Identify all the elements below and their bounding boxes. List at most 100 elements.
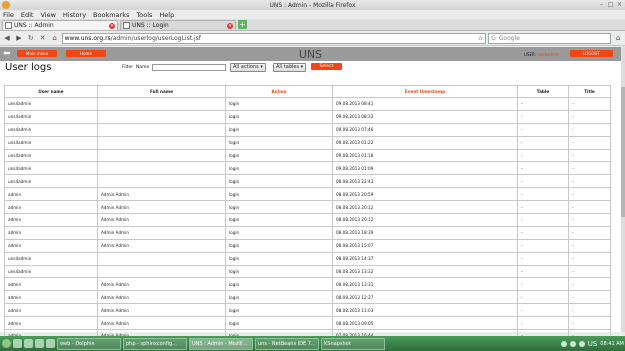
column-header[interactable]: Full name [97, 85, 226, 98]
table-cell-user: admin [4, 187, 98, 202]
desktop-icon[interactable] [13, 339, 22, 348]
tab-close-icon[interactable]: × [109, 22, 115, 29]
table-cell-ts: 08.08.2013 14:37 [332, 251, 518, 266]
table-row[interactable]: admin Admin Admin login 08.08.2013 20:59- - [4, 187, 611, 202]
column-header[interactable]: Action [225, 85, 333, 98]
table-cell-title: - [568, 225, 611, 240]
table-cell-title: - [568, 238, 611, 253]
notifications-icon[interactable] [578, 340, 585, 347]
task-netbeans[interactable]: uns - NetBeans IDE 7... [255, 337, 319, 350]
table-cell-title: - [568, 187, 611, 202]
table-row[interactable]: uns4admin login 09.08.2013 01:09- - [4, 161, 611, 176]
tab-uns-login[interactable]: UNS :: Login × [120, 20, 236, 30]
tab-uns-admin[interactable]: UNS :: Admin × [2, 20, 118, 30]
new-tab-icon[interactable]: + [238, 20, 247, 29]
browser-icon[interactable] [35, 339, 44, 348]
maximize-icon[interactable]: □ [607, 1, 614, 8]
column-header[interactable]: User name [4, 85, 98, 98]
table-cell-user: admin [4, 213, 98, 227]
table-cell-user: uns4admin [4, 174, 98, 189]
table-cell-ts: 09.08.2013 08:33 [332, 109, 518, 124]
table-cell-action: login [225, 303, 333, 318]
menu-history[interactable]: History [63, 11, 86, 19]
tab-label: UNS :: Admin [14, 22, 54, 29]
back-icon[interactable]: ◀ [2, 33, 12, 43]
search-placeholder: Google [498, 34, 520, 42]
task-dolphin[interactable]: web - Dolphin [57, 337, 121, 350]
table-cell-table: - [517, 161, 569, 176]
tab-close-icon[interactable]: × [227, 22, 233, 29]
table-row[interactable]: uns4admin login 08.08.2013 22:43- - [4, 174, 611, 189]
menu-view[interactable]: View [40, 11, 55, 19]
table-row[interactable]: uns4admin login 08.08.2013 13:32- - [4, 264, 611, 279]
table-row[interactable]: admin Admin Admin login 08.08.2013 13:31- - [4, 277, 611, 292]
table-cell-full: Admin Admin [97, 213, 226, 227]
table-cell-full [97, 97, 226, 111]
home-icon[interactable]: ⌂ [50, 33, 60, 43]
forward-icon[interactable]: ▶ [14, 33, 24, 43]
start-menu-icon[interactable] [2, 339, 11, 348]
table-row[interactable]: uns4admin login 08.08.2013 14:37- - [4, 251, 611, 266]
table-cell-action: login [225, 200, 333, 215]
table-row[interactable]: uns4admin login 09.08.2013 08:41- - [4, 97, 611, 111]
table-cell-action: login [225, 264, 333, 279]
logout-button[interactable]: LOGOUT [570, 50, 613, 57]
table-row[interactable]: uns4admin login 09.08.2013 01:22- - [4, 135, 611, 150]
table-cell-ts: 08.08.2013 11:03 [332, 303, 518, 318]
table-row[interactable]: admin Admin Admin login 08.08.2013 18:39- - [4, 225, 611, 240]
table-cell-ts: 08.08.2013 20:12 [332, 200, 518, 215]
table-cell-ts: 08.08.2013 12:27 [332, 290, 518, 305]
menu-help[interactable]: Help [159, 11, 174, 19]
bookmark-star-icon[interactable]: ☆ [478, 35, 483, 42]
name-label: Name [136, 65, 150, 70]
keyboard-layout[interactable]: US [588, 340, 598, 348]
table-row[interactable]: admin Admin Admin login 08.08.2013 11:03- - [4, 303, 611, 318]
table-cell-full [97, 161, 226, 176]
menu-edit[interactable]: Edit [21, 11, 34, 19]
table-row[interactable]: admin Admin Admin login 08.08.2013 20:12- - [4, 200, 611, 215]
table-row[interactable]: admin Admin Admin login 08.08.2013 09:05- - [4, 316, 611, 331]
volume-icon[interactable] [569, 340, 576, 347]
select-button[interactable]: Select [311, 63, 342, 70]
table-cell-title: - [568, 264, 611, 279]
home-page-icon[interactable]: ⌂ [613, 33, 623, 43]
menu-file[interactable]: File [3, 11, 14, 19]
network-icon[interactable] [560, 340, 567, 347]
table-row[interactable]: admin Admin Admin login 08.08.2013 12:27- - [4, 290, 611, 305]
table-row[interactable]: admin Admin Admin login 08.08.2013 15:07- - [4, 238, 611, 253]
column-header[interactable]: Title [568, 85, 611, 98]
search-engine-icon[interactable]: G [491, 35, 496, 42]
column-header[interactable]: Event timestamp [332, 85, 518, 98]
minimize-icon[interactable]: – [598, 1, 605, 8]
name-filter-input[interactable] [152, 64, 226, 71]
task-ksnapshot[interactable]: KSnapshot [321, 337, 385, 350]
close-icon[interactable]: × [616, 1, 623, 8]
table-cell-ts: 08.08.2013 09:05 [332, 316, 518, 331]
table-cell-action: login [225, 251, 333, 266]
navigation-bar: ◀ ▶ ↻ ✕ ⌂ www.uns.org.rs/admin/userlog/u… [0, 31, 625, 46]
menu-bookmarks[interactable]: Bookmarks [93, 11, 129, 19]
url-bar[interactable]: www.uns.org.rs/admin/userlog/userLogList… [61, 32, 487, 44]
menu-tools[interactable]: Tools [136, 11, 152, 19]
table-cell-ts: 08.08.2013 18:39 [332, 225, 518, 240]
scrollbar-thumb[interactable] [621, 87, 625, 217]
tables-select[interactable]: All tables ▾ [273, 63, 307, 72]
table-cell-user: admin [4, 316, 98, 331]
table-row[interactable]: uns4admin login 09.08.2013 07:46- - [4, 122, 611, 137]
stop-icon[interactable]: ✕ [38, 33, 48, 43]
actions-select[interactable]: All actions ▾ [230, 63, 266, 72]
search-input[interactable]: G Google [488, 32, 612, 44]
table-row[interactable]: uns4admin login 09.08.2013 08:33- - [4, 109, 611, 124]
reload-icon[interactable]: ↻ [26, 33, 36, 43]
task-firefox[interactable]: UNS : Admin - Mozill... [189, 337, 253, 350]
table-row[interactable]: admin Admin Admin login 08.08.2013 20:12- - [4, 213, 611, 227]
file-manager-icon[interactable] [24, 339, 33, 348]
table-row[interactable]: uns4admin login 09.08.2013 01:18- - [4, 148, 611, 163]
terminal-icon[interactable] [46, 339, 55, 348]
table-cell-action: login [225, 109, 333, 124]
vertical-scrollbar[interactable] [621, 47, 625, 332]
table-cell-action: login [225, 225, 333, 240]
task-sphinx[interactable]: php - sphinxconfig... [123, 337, 187, 350]
column-header[interactable]: Table [517, 85, 569, 98]
menu-bar: File Edit View History Bookmarks Tools H… [0, 10, 625, 19]
